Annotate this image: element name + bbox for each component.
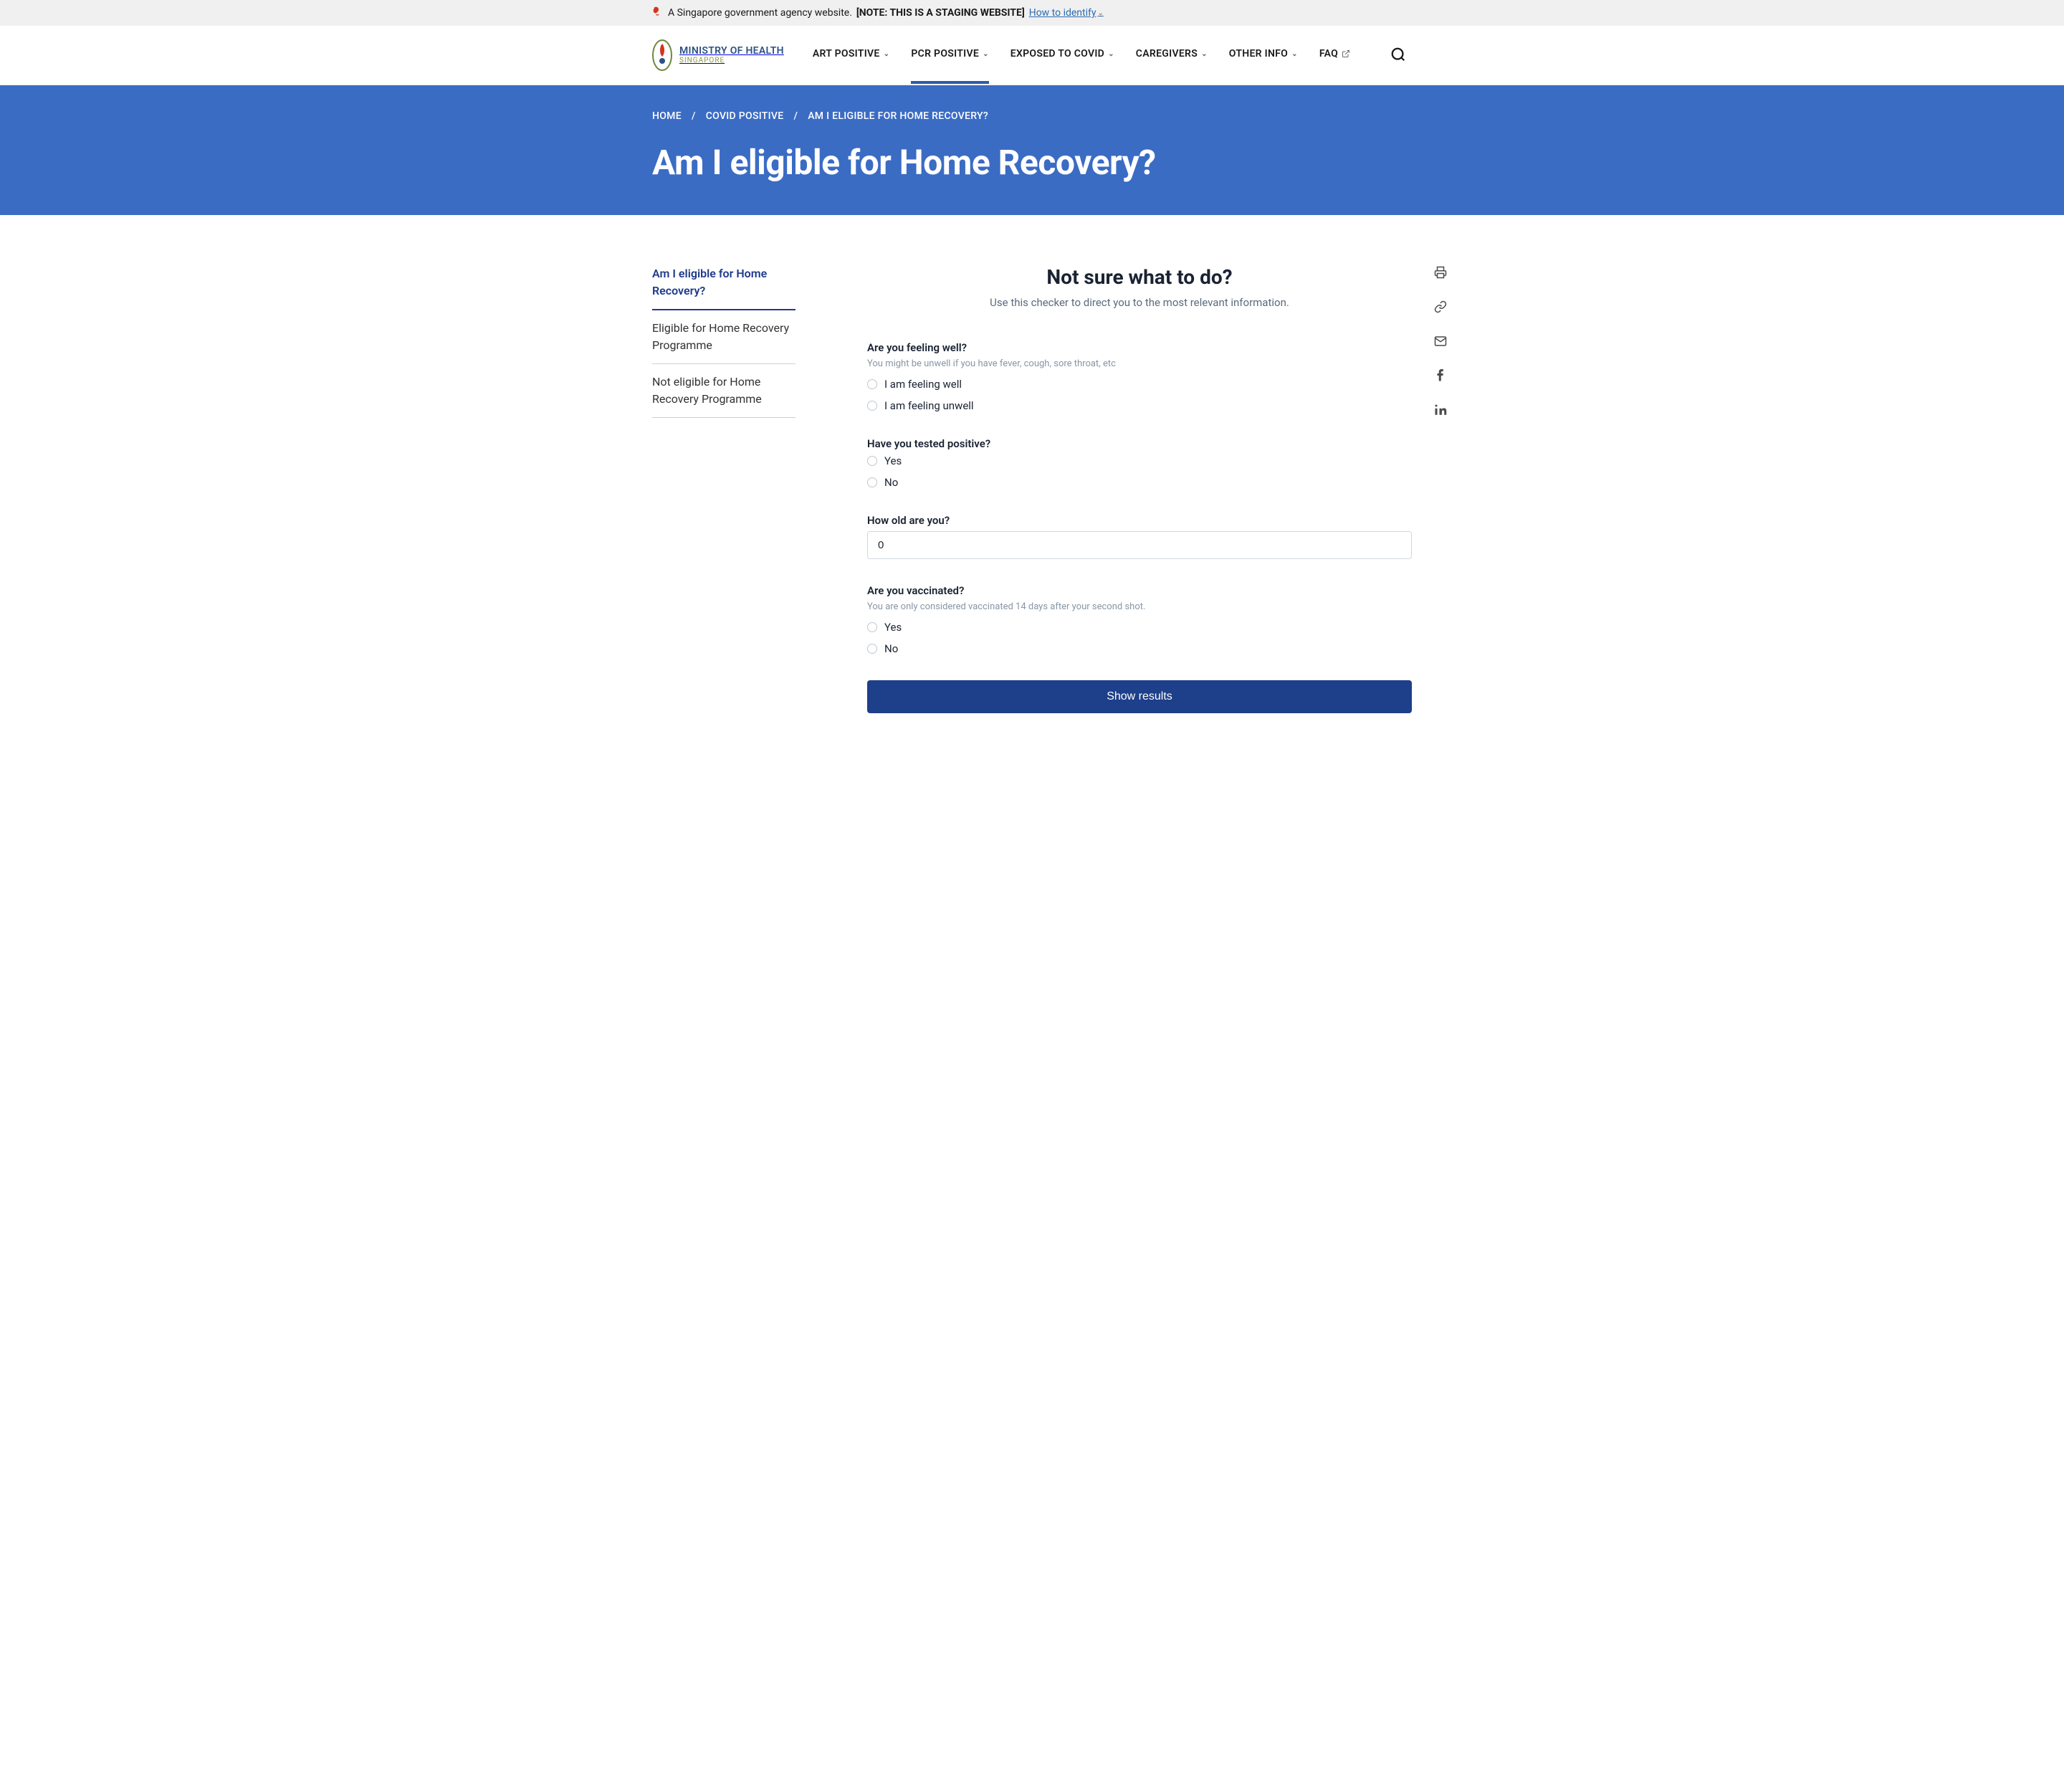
site-logo[interactable]: MINISTRY OF HEALTH SINGAPORE [652,39,784,71]
chevron-down-icon: ⌄ [884,50,890,58]
chevron-down-icon: ⌄ [1291,50,1298,58]
q4-hint: You are only considered vaccinated 14 da… [867,601,1412,612]
chevron-down-icon: ⌄ [1201,50,1208,58]
print-icon [1434,266,1447,279]
q1-radio-well[interactable] [867,379,877,389]
q1-option-well[interactable]: I am feeling well [867,378,1412,391]
main-nav: ART POSITIVE⌄ PCR POSITIVE⌄ EXPOSED TO C… [813,27,1385,84]
q4-radio-yes[interactable] [867,622,877,632]
nav-faq[interactable]: FAQ [1319,27,1350,84]
page-hero: HOME / COVID POSITIVE / AM I ELIGIBLE FO… [0,85,2064,215]
q3-label: How old are you? [867,514,1412,527]
q4-label: Are you vaccinated? [867,584,1412,597]
sidebar-item-eligible[interactable]: Eligible for Home Recovery Programme [652,310,796,364]
checker-subtitle: Use this checker to direct you to the mo… [867,296,1412,309]
page-title: Am I eligible for Home Recovery? [652,142,1412,183]
breadcrumb: HOME / COVID POSITIVE / AM I ELIGIBLE FO… [652,110,1412,122]
q1-hint: You might be unwell if you have fever, c… [867,358,1412,369]
checker-panel: Not sure what to do? Use this checker to… [867,265,1412,713]
site-header: MINISTRY OF HEALTH SINGAPORE ART POSITIV… [0,26,2064,85]
q4-option-yes[interactable]: Yes [867,621,1412,634]
chevron-down-icon: ⌄ [983,50,989,58]
q2-radio-no[interactable] [867,477,877,487]
section-sidebar: Am I eligible for Home Recovery? Eligibl… [652,265,796,713]
mail-icon [1434,335,1447,348]
facebook-icon [1434,369,1447,382]
nav-exposed-to-covid[interactable]: EXPOSED TO COVID⌄ [1010,27,1114,84]
q1-radio-unwell[interactable] [867,401,877,411]
share-rail [1433,265,1448,417]
logo-title: MINISTRY OF HEALTH [679,46,784,57]
checker-title: Not sure what to do? [867,265,1412,289]
sidebar-item-not-eligible[interactable]: Not eligible for Home Recovery Programme [652,364,796,418]
email-share-button[interactable] [1433,334,1448,348]
q2-label: Have you tested positive? [867,437,1412,450]
government-banner: A Singapore government agency website. [… [0,0,2064,26]
age-input[interactable] [867,531,1412,559]
question-vaccinated: Are you vaccinated? You are only conside… [867,584,1412,655]
q4-option-no[interactable]: No [867,642,1412,655]
nav-art-positive[interactable]: ART POSITIVE⌄ [813,27,889,84]
nav-pcr-positive[interactable]: PCR POSITIVE⌄ [911,27,988,84]
chevron-down-icon: ⌄ [1098,9,1104,17]
breadcrumb-separator: / [793,110,798,122]
q2-option-no[interactable]: No [867,476,1412,489]
gov-banner-text: A Singapore government agency website. [668,7,852,19]
search-icon [1390,47,1406,62]
nav-other-info[interactable]: OTHER INFO⌄ [1229,27,1298,84]
breadcrumb-separator: / [692,110,696,122]
main-content: Am I eligible for Home Recovery? Eligibl… [638,215,1426,763]
print-button[interactable] [1433,265,1448,280]
show-results-button[interactable]: Show results [867,680,1412,713]
q4-radio-no[interactable] [867,644,877,654]
linkedin-icon [1434,404,1447,416]
question-tested-positive: Have you tested positive? Yes No [867,437,1412,489]
facebook-share-button[interactable] [1433,368,1448,383]
sidebar-item-eligibility[interactable]: Am I eligible for Home Recovery? [652,265,796,310]
question-age: How old are you? [867,514,1412,559]
nav-caregivers[interactable]: CAREGIVERS⌄ [1136,27,1208,84]
q1-option-unwell[interactable]: I am feeling unwell [867,399,1412,412]
breadcrumb-current: AM I ELIGIBLE FOR HOME RECOVERY? [808,110,988,122]
question-feeling-well: Are you feeling well? You might be unwel… [867,341,1412,412]
linkedin-share-button[interactable] [1433,403,1448,417]
chevron-down-icon: ⌄ [1108,50,1114,58]
q2-option-yes[interactable]: Yes [867,454,1412,467]
breadcrumb-covid-positive[interactable]: COVID POSITIVE [706,110,784,122]
search-button[interactable] [1385,41,1412,70]
copy-link-button[interactable] [1433,300,1448,314]
external-link-icon [1342,49,1350,58]
moh-logo-icon [652,39,672,71]
staging-note: [NOTE: THIS IS A STAGING WEBSITE] [856,7,1025,19]
how-to-identify-link[interactable]: How to identify ⌄ [1029,7,1104,19]
q2-radio-yes[interactable] [867,456,877,466]
breadcrumb-home[interactable]: HOME [652,110,682,122]
logo-subtitle: SINGAPORE [679,57,784,65]
q1-label: Are you feeling well? [867,341,1412,354]
link-icon [1434,300,1447,313]
sg-lion-icon [652,6,664,20]
